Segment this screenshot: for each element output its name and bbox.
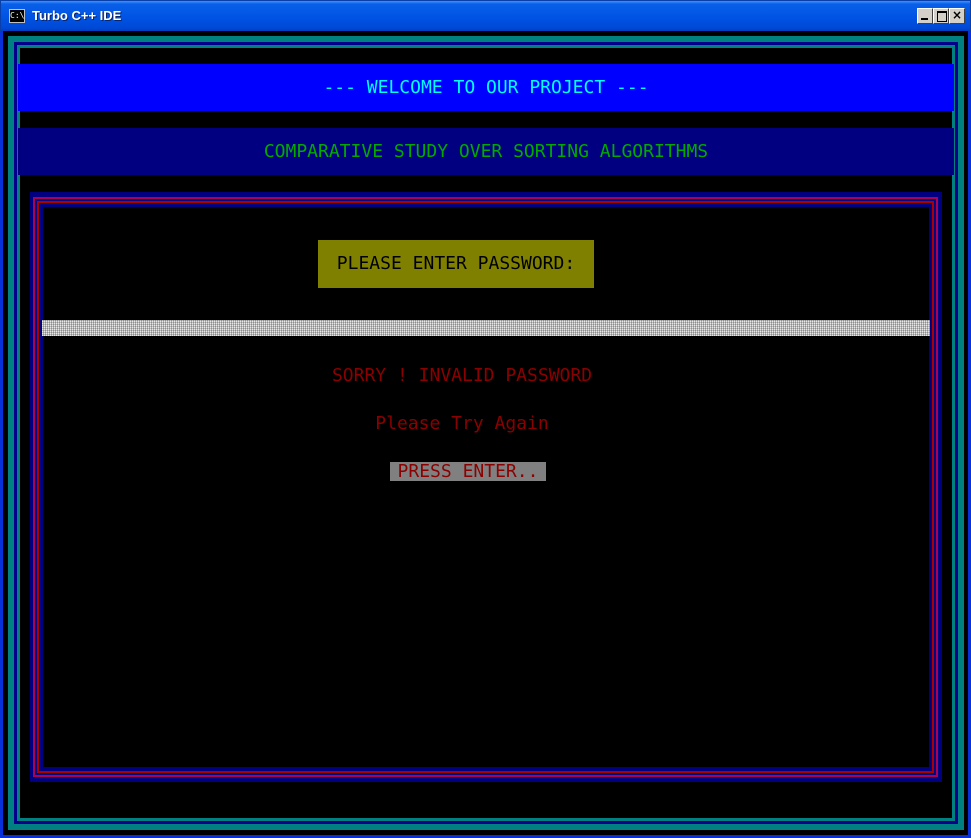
password-prompt-label: PLEASE ENTER PASSWORD:	[318, 240, 594, 288]
password-input[interactable]	[42, 320, 930, 336]
close-button[interactable]: ×	[949, 8, 965, 24]
maximize-icon	[937, 11, 947, 22]
welcome-banner: --- WELCOME TO OUR PROJECT ---	[18, 64, 954, 111]
retry-message: Please Try Again	[375, 413, 549, 434]
maximize-button[interactable]	[933, 8, 949, 24]
minimize-icon	[921, 18, 928, 20]
project-subtitle: COMPARATIVE STUDY OVER SORTING ALGORITHM…	[18, 128, 954, 175]
close-icon: ×	[951, 8, 963, 22]
minimize-button[interactable]	[917, 8, 933, 24]
console-icon: C:\	[9, 9, 25, 23]
window-title: Turbo C++ IDE	[32, 8, 122, 23]
dialog-panel	[43, 207, 929, 767]
title-bar[interactable]: C:\ Turbo C++ IDE ×	[0, 0, 971, 31]
error-message: SORRY ! INVALID PASSWORD	[331, 365, 593, 386]
press-enter-button[interactable]: PRESS ENTER..	[390, 462, 546, 481]
